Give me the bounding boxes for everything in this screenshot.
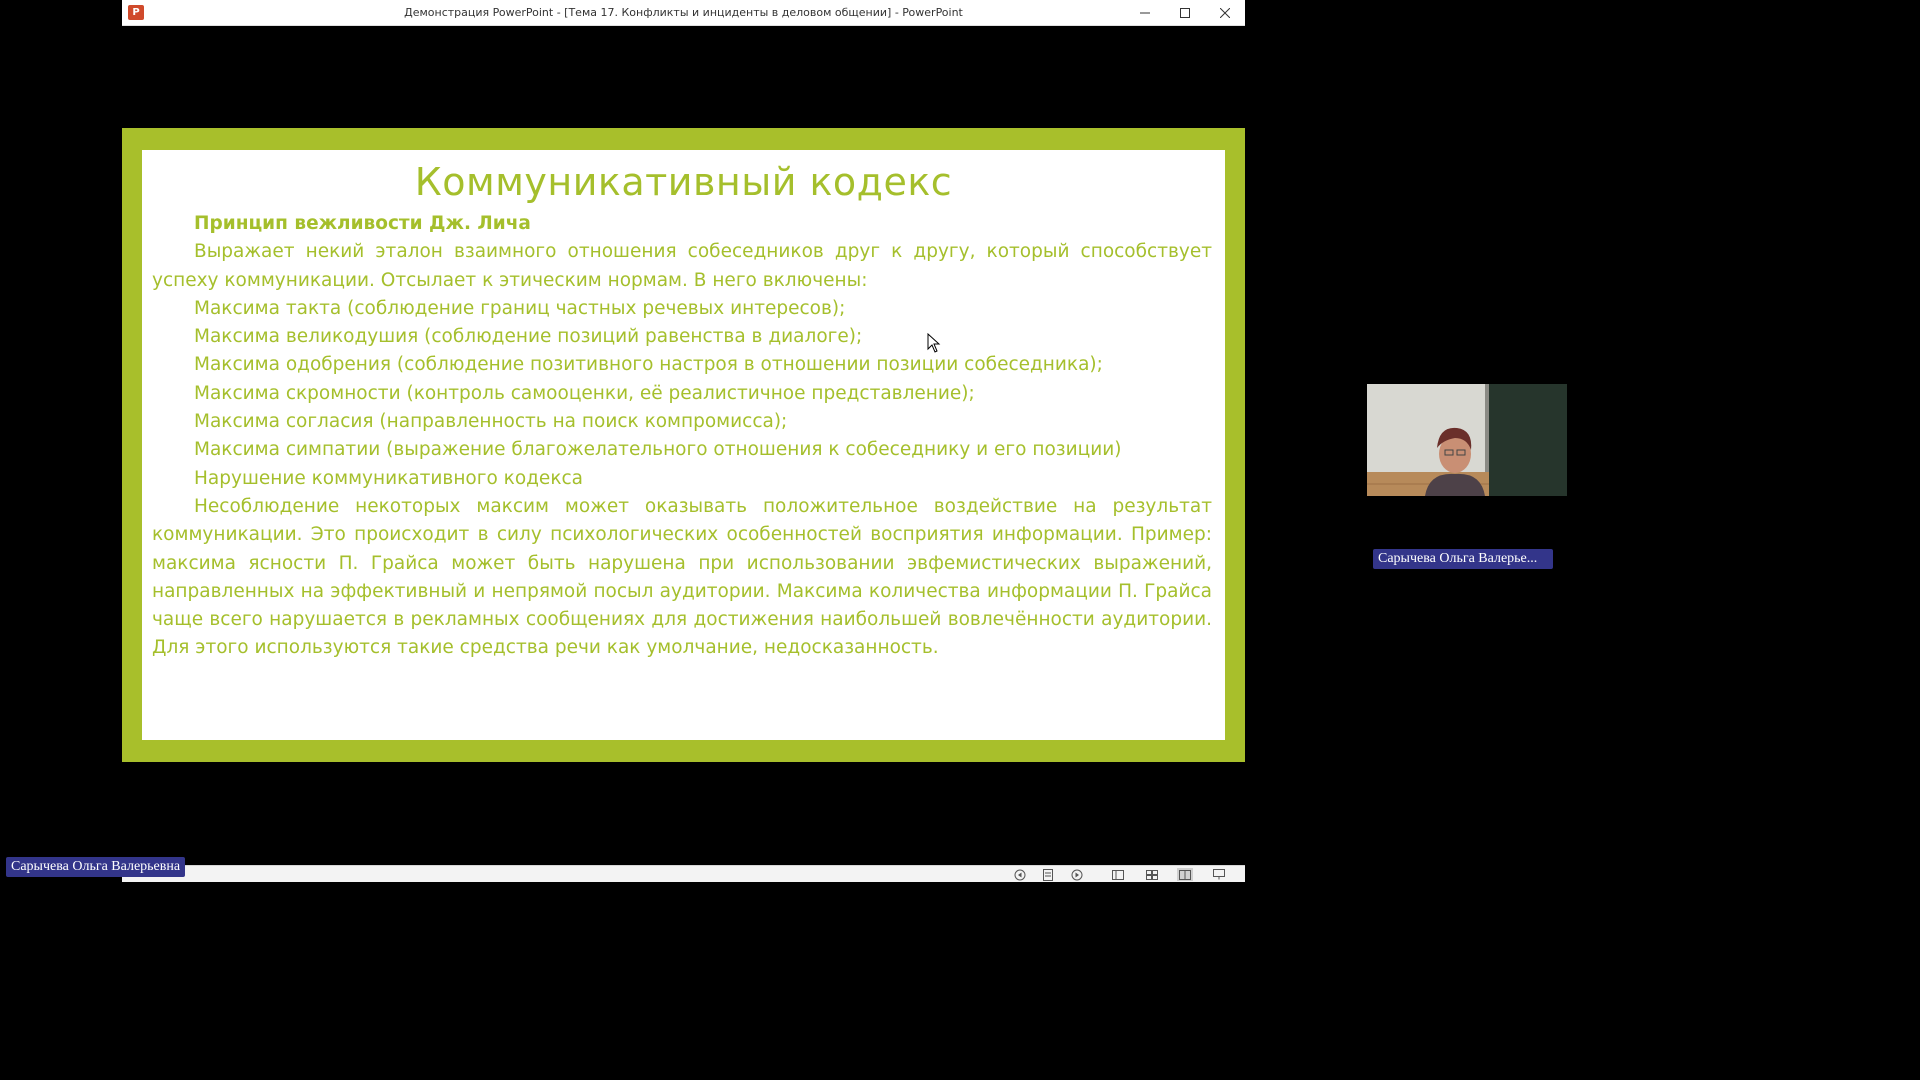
participant-video-frame <box>1367 384 1567 496</box>
presenter-name-badge: Сарычева Ольга Валерьевна <box>6 857 186 877</box>
slideshow-button[interactable] <box>1211 868 1227 881</box>
normal-view-button[interactable] <box>1110 868 1126 881</box>
window-titlebar: P Демонстрация PowerPoint - [Тема 17. Ко… <box>122 0 1245 26</box>
maximize-button[interactable] <box>1165 0 1205 26</box>
principle-heading: Принцип вежливости Дж. Лича <box>194 213 531 234</box>
maxim-item: Максима одобрения (соблюдение позитивног… <box>194 354 1103 376</box>
close-icon <box>1220 8 1230 18</box>
slide-content-area: Коммуникативный кодекс Принцип вежливост… <box>142 150 1225 740</box>
maxim-item: Максима согласия (направленность на поис… <box>194 411 788 433</box>
participant-video[interactable] <box>1367 384 1567 496</box>
notes-icon <box>1043 868 1053 881</box>
slide-title: Коммуникативный кодекс <box>414 160 953 204</box>
participant-name-badge: Сарычева Ольга Валерье... <box>1373 549 1553 569</box>
notes-button[interactable] <box>1040 868 1056 881</box>
previous-slide-button[interactable] <box>1012 868 1028 881</box>
intro-paragraph: Выражает некий эталон взаимного отношени… <box>152 241 1212 291</box>
slide-frame[interactable]: Коммуникативный кодекс Принцип вежливост… <box>122 128 1245 762</box>
maxim-item: Максима симпатии (выражение благожелател… <box>194 439 1122 461</box>
close-button[interactable] <box>1205 0 1245 26</box>
maxim-item: Максима такта (соблюдение границ частных… <box>194 297 846 319</box>
reading-view-button[interactable] <box>1177 868 1193 881</box>
maxim-item: Максима великодушия (соблюдение позиций … <box>194 326 863 348</box>
slide-sorter-button[interactable] <box>1144 868 1160 881</box>
window-title: Демонстрация PowerPoint - [Тема 17. Конф… <box>404 6 963 19</box>
mouse-pointer-icon <box>927 333 941 353</box>
slideshow-icon <box>1213 869 1225 880</box>
slide-body: Принцип вежливости Дж. Лича Выражает нек… <box>152 210 1212 663</box>
minimize-button[interactable] <box>1125 0 1165 26</box>
next-slide-icon <box>1071 869 1083 880</box>
reading-view-icon <box>1179 869 1191 880</box>
powerpoint-window: P Демонстрация PowerPoint - [Тема 17. Ко… <box>122 0 1245 882</box>
maxim-item: Максима скромности (контроль самооценки,… <box>194 382 975 404</box>
closing-paragraph: Несоблюдение некоторых максим может оказ… <box>152 495 1212 659</box>
next-slide-button[interactable] <box>1069 868 1085 881</box>
slide-sorter-icon <box>1146 869 1158 880</box>
maximize-icon <box>1180 8 1190 18</box>
previous-slide-icon <box>1014 869 1026 880</box>
normal-view-icon <box>1112 869 1124 880</box>
slideshow-statusbar <box>122 865 1245 882</box>
minimize-icon <box>1140 12 1150 14</box>
violation-subheading: Нарушение коммуникативного кодекса <box>194 467 583 489</box>
